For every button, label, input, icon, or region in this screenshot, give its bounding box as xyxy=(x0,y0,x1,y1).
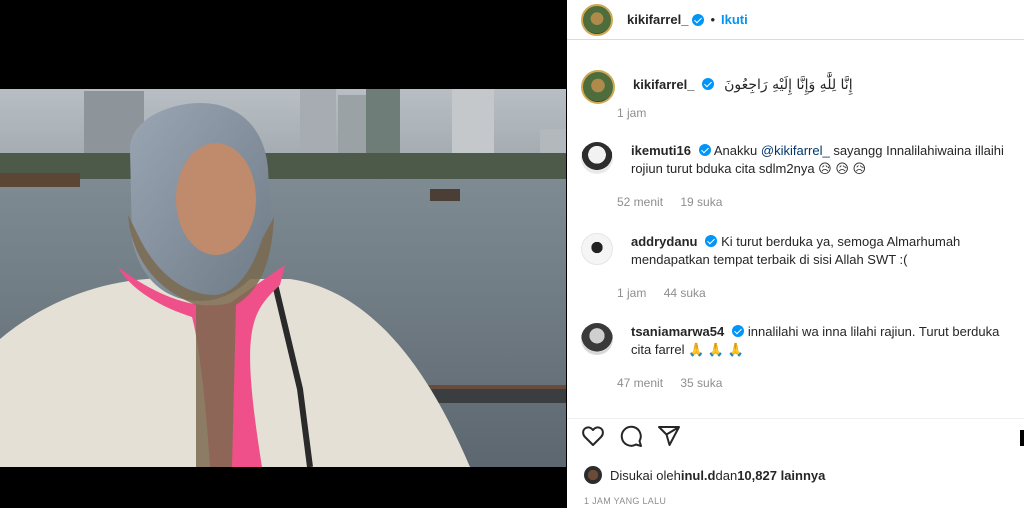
comment-body: addrydanu Ki turut berduka ya, semoga Al… xyxy=(631,233,1011,269)
comment-icon[interactable] xyxy=(619,424,643,448)
media-pane xyxy=(0,0,566,508)
share-icon[interactable] xyxy=(657,424,681,448)
caption-text: إِنَّا لِلَّٰهِ وَإِنَّا إِلَيْهِ رَاجِع… xyxy=(724,77,853,93)
caption-body: kikifarrel_ إِنَّا لِلَّٰهِ وَإِنَّا إِل… xyxy=(633,76,853,104)
commenter-username[interactable]: addrydanu xyxy=(631,234,697,249)
liker-username[interactable]: inul.d xyxy=(681,468,716,483)
commenter-username[interactable]: ikemuti16 xyxy=(631,143,691,158)
verified-badge-icon xyxy=(702,78,715,90)
scrollbar-thumb[interactable] xyxy=(1020,430,1024,446)
comment-time: 52 menit xyxy=(617,195,664,209)
caption-author-avatar[interactable] xyxy=(581,70,615,104)
comment-item: tsaniamarwa54 innalilahi wa inna lilahi … xyxy=(581,323,1011,359)
post-side-panel: kikifarrel_ • Ikuti kikifarrel_ إِنَّا ل… xyxy=(567,0,1024,508)
author-avatar[interactable] xyxy=(581,3,613,36)
comment-item: addrydanu Ki turut berduka ya, semoga Al… xyxy=(581,233,1011,269)
comments-list[interactable]: kikifarrel_ إِنَّا لِلَّٰهِ وَإِنَّا إِل… xyxy=(567,40,1024,418)
photo-illustration xyxy=(0,89,566,467)
comment-meta: 52 menit 19 suka xyxy=(617,195,736,209)
comment-text-before: Anakku xyxy=(713,143,761,158)
comment-mention-link[interactable]: @kikifarrel_ xyxy=(761,143,830,158)
verified-badge-icon xyxy=(705,235,718,247)
follow-button[interactable]: Ikuti xyxy=(721,12,748,27)
comment-likes[interactable]: 35 suka xyxy=(680,376,722,390)
caption-row: kikifarrel_ إِنَّا لِلَّٰهِ وَإِنَّا إِل… xyxy=(581,70,1011,104)
comment-body: ikemuti16 Anakku @kikifarrel_ sayangg In… xyxy=(631,142,1011,178)
verified-badge-icon xyxy=(692,13,705,26)
action-bar xyxy=(581,418,1011,454)
commenter-avatar[interactable] xyxy=(581,233,613,265)
post-time-ago[interactable]: 1 JAM YANG LALU xyxy=(584,496,666,506)
comment-time: 1 jam xyxy=(617,286,647,300)
heart-icon[interactable] xyxy=(581,424,605,448)
caption-time: 1 jam xyxy=(617,106,647,120)
likes-count[interactable]: 10,827 lainnya xyxy=(737,468,825,483)
commenter-avatar[interactable] xyxy=(581,142,613,174)
separator-dot: • xyxy=(710,12,715,27)
liker-avatar[interactable] xyxy=(584,466,602,484)
likes-prefix: Disukai oleh xyxy=(610,467,681,483)
verified-badge-icon xyxy=(732,325,745,337)
comment-meta: 47 menit 35 suka xyxy=(617,376,736,390)
likes-middle: dan xyxy=(715,467,738,483)
comment-time: 47 menit xyxy=(617,376,664,390)
commenter-avatar[interactable] xyxy=(581,323,613,355)
likes-summary[interactable]: Disukai oleh inul.d dan 10,827 lainnya xyxy=(584,466,825,484)
verified-badge-icon xyxy=(698,144,711,156)
commenter-username[interactable]: tsaniamarwa54 xyxy=(631,324,724,339)
author-username[interactable]: kikifarrel_ xyxy=(627,12,688,27)
post-header: kikifarrel_ • Ikuti xyxy=(567,0,1024,40)
comment-likes[interactable]: 19 suka xyxy=(680,195,722,209)
caption-meta: 1 jam xyxy=(617,106,660,120)
caption-author-username[interactable]: kikifarrel_ xyxy=(633,77,694,92)
comment-item: ikemuti16 Anakku @kikifarrel_ sayangg In… xyxy=(581,142,1011,178)
post-photo[interactable] xyxy=(0,89,566,467)
comment-meta: 1 jam 44 suka xyxy=(617,286,720,300)
comment-body: tsaniamarwa54 innalilahi wa inna lilahi … xyxy=(631,323,1011,359)
comment-likes[interactable]: 44 suka xyxy=(664,286,706,300)
